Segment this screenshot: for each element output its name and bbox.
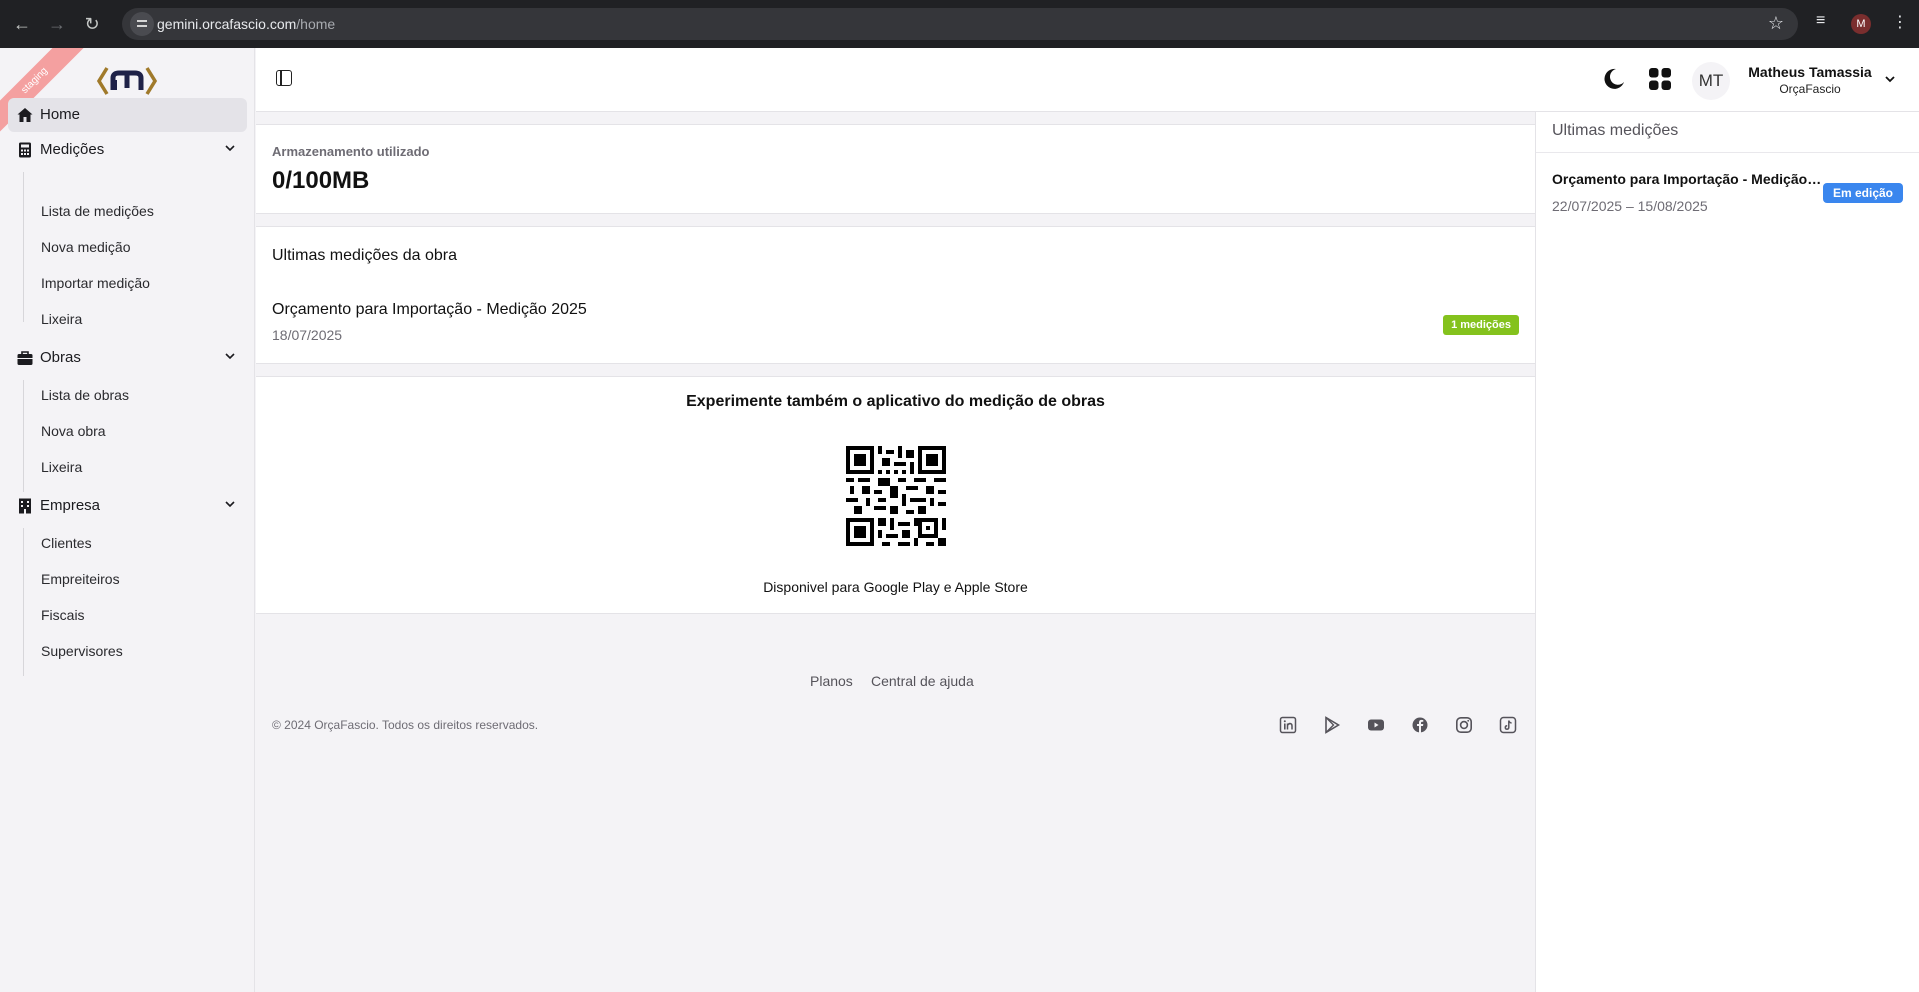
- main-content: Armazenamento utilizado 0/100MB Ultimas …: [256, 112, 1535, 992]
- nav-obras-label: Obras: [40, 349, 81, 366]
- google-play-icon[interactable]: [1323, 716, 1341, 734]
- linkedin-icon[interactable]: [1279, 716, 1297, 734]
- latest-medicoes-panel: Ultimas medições Orçamento para Importaç…: [1535, 112, 1919, 992]
- latest-medicoes-title: Ultimas medições: [1552, 122, 1679, 139]
- storage-value: 0/100MB: [272, 167, 370, 194]
- chevron-down-icon: [225, 145, 235, 152]
- sidebar-item-lista-obras[interactable]: Lista de obras: [41, 387, 129, 403]
- apps-grid-icon[interactable]: [1647, 66, 1673, 92]
- nav-home[interactable]: Home: [8, 98, 247, 132]
- orcafascio-logo[interactable]: [97, 64, 157, 98]
- user-avatar[interactable]: MT: [1692, 62, 1730, 100]
- chevron-down-icon[interactable]: [1883, 72, 1897, 86]
- site-info-icon[interactable]: [130, 12, 154, 36]
- work-date: 18/07/2025: [272, 327, 343, 343]
- sidebar-item-importar-medicao[interactable]: Importar medição: [41, 275, 150, 291]
- app-promo-subtitle: Disponivel para Google Play e Apple Stor…: [763, 579, 1028, 595]
- subnav-line: [23, 172, 24, 322]
- status-badge: Em edição: [1822, 183, 1903, 203]
- recent-works-header: Ultimas medições da obra: [256, 226, 1535, 288]
- nav-empresa-label: Empresa: [40, 497, 101, 514]
- briefcase-icon: [17, 351, 33, 365]
- sidebar-item-supervisores[interactable]: Supervisores: [41, 643, 123, 659]
- instagram-icon[interactable]: [1455, 716, 1473, 734]
- calculator-icon: [19, 142, 31, 158]
- app-promo-title: Experimente também o aplicativo do mediç…: [686, 393, 1105, 410]
- facebook-icon[interactable]: [1411, 716, 1429, 734]
- sidebar-item-empreiteiros[interactable]: Empreiteiros: [41, 571, 120, 587]
- storage-card: Armazenamento utilizado 0/100MB: [256, 124, 1535, 214]
- sidebar-item-lixeira-obras[interactable]: Lixeira: [41, 459, 82, 475]
- sidebar-item-clientes[interactable]: Clientes: [41, 535, 92, 551]
- medicoes-count-badge: 1 medições: [1443, 315, 1519, 335]
- app-promo-card: Experimente também o aplicativo do mediç…: [256, 376, 1535, 614]
- sidebar-toggle-icon[interactable]: [276, 70, 292, 86]
- sidebar-item-nova-medicao[interactable]: Nova medição: [41, 239, 131, 255]
- browser-menu-icon[interactable]: ⋮: [1892, 12, 1908, 32]
- moon-icon[interactable]: [1601, 66, 1627, 92]
- user-org: OrçaFascio: [1779, 82, 1841, 96]
- forward-icon[interactable]: →: [45, 12, 69, 36]
- storage-label: Armazenamento utilizado: [272, 144, 430, 159]
- address-bar[interactable]: gemini.orcafascio.com/home ☆: [122, 8, 1798, 40]
- nav-medicoes[interactable]: Medições: [8, 133, 247, 167]
- home-icon: [17, 108, 33, 122]
- subnav-line: [23, 380, 24, 492]
- url-text: gemini.orcafascio.com/home: [157, 16, 336, 32]
- qr-code-image: [846, 446, 946, 546]
- youtube-icon[interactable]: [1367, 716, 1385, 734]
- footer-link-planos[interactable]: Planos: [810, 673, 853, 689]
- nav-obras[interactable]: Obras: [8, 341, 247, 375]
- copyright-text: © 2024 OrçaFascio. Todos os direitos res…: [272, 718, 539, 732]
- subnav-line: [23, 528, 24, 676]
- user-name[interactable]: Matheus Tamassia: [1740, 64, 1880, 80]
- chevron-down-icon: [225, 353, 235, 360]
- sidebar-item-lista-medicoes[interactable]: Lista de medições: [41, 203, 154, 219]
- nav-home-label: Home: [40, 106, 81, 123]
- footer-link-central-ajuda[interactable]: Central de ajuda: [871, 673, 974, 689]
- divider: [1536, 152, 1919, 153]
- building-icon: [19, 498, 31, 514]
- work-name[interactable]: Orçamento para Importação - Medição 2025: [272, 301, 587, 319]
- recent-works-title: Ultimas medições da obra: [272, 247, 457, 264]
- sidebar-item-fiscais[interactable]: Fiscais: [41, 607, 85, 623]
- reload-icon[interactable]: ↻: [80, 12, 104, 36]
- nav-empresa[interactable]: Empresa: [8, 489, 247, 523]
- chevron-down-icon: [225, 501, 235, 508]
- medicao-name[interactable]: Orçamento para Importação - Medição 2025: [1552, 171, 1822, 187]
- top-header: MT Matheus Tamassia OrçaFascio: [256, 48, 1919, 112]
- sidebar-item-lixeira-medicoes[interactable]: Lixeira: [41, 311, 82, 327]
- medicao-date-range: 22/07/2025 – 15/08/2025: [1552, 198, 1708, 214]
- nav-medicoes-label: Medições: [40, 141, 105, 158]
- sidebar-item-nova-obra[interactable]: Nova obra: [41, 423, 106, 439]
- sidebar: staging Home Medições Lista de medições …: [0, 48, 255, 992]
- profile-avatar[interactable]: M: [1851, 14, 1871, 34]
- browser-toolbar: ← → ↻ gemini.orcafascio.com/home ☆ ≡ M ⋮: [0, 0, 1919, 48]
- list-item[interactable]: Orçamento para Importação - Medição 2025…: [256, 287, 1535, 364]
- back-icon[interactable]: ←: [10, 12, 34, 36]
- reading-list-icon[interactable]: ≡: [1816, 12, 1825, 30]
- tiktok-icon[interactable]: [1499, 716, 1517, 734]
- bookmark-star-icon[interactable]: ☆: [1768, 13, 1784, 34]
